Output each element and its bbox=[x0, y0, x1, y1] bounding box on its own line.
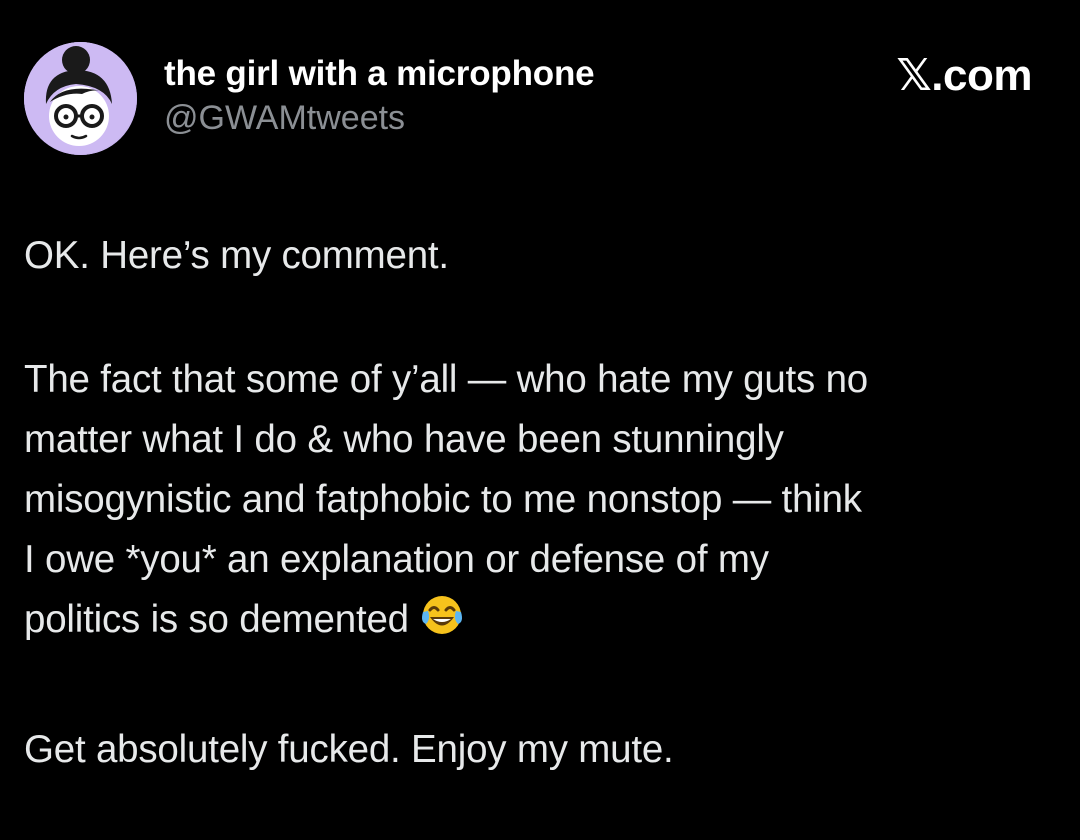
tweet-text: OK. Here’s my comment. The fact that som… bbox=[24, 226, 1064, 780]
tweet-line-with-emoji: politics is so demented bbox=[24, 590, 1064, 656]
author-identity: the girl with a microphone @GWAMtweets bbox=[164, 52, 595, 140]
face-with-tears-of-joy-icon bbox=[419, 592, 465, 656]
tweet-line: politics is so demented bbox=[24, 598, 409, 641]
tweet-line: misogynistic and fatphobic to me nonstop… bbox=[24, 478, 862, 521]
author-handle[interactable]: @GWAMtweets bbox=[164, 96, 594, 140]
tweet-line: Get absolutely fucked. Enjoy my mute. bbox=[24, 728, 674, 771]
avatar[interactable] bbox=[24, 42, 137, 155]
tweet-line: The fact that some of y’all — who hate m… bbox=[24, 358, 869, 401]
tweet-line: matter what I do & who have been stunnin… bbox=[24, 418, 784, 461]
tweet-header: the girl with a microphone @GWAMtweets 𝕏… bbox=[24, 42, 1044, 160]
cartoon-woman-glasses-avatar-icon bbox=[24, 42, 137, 155]
tweet-line: I owe *you* an explanation or defense of… bbox=[24, 538, 769, 581]
tweet-line: OK. Here’s my comment. bbox=[24, 234, 449, 277]
author-display-name[interactable]: the girl with a microphone bbox=[164, 52, 595, 96]
x-com-logo: 𝕏.com bbox=[896, 51, 1032, 100]
